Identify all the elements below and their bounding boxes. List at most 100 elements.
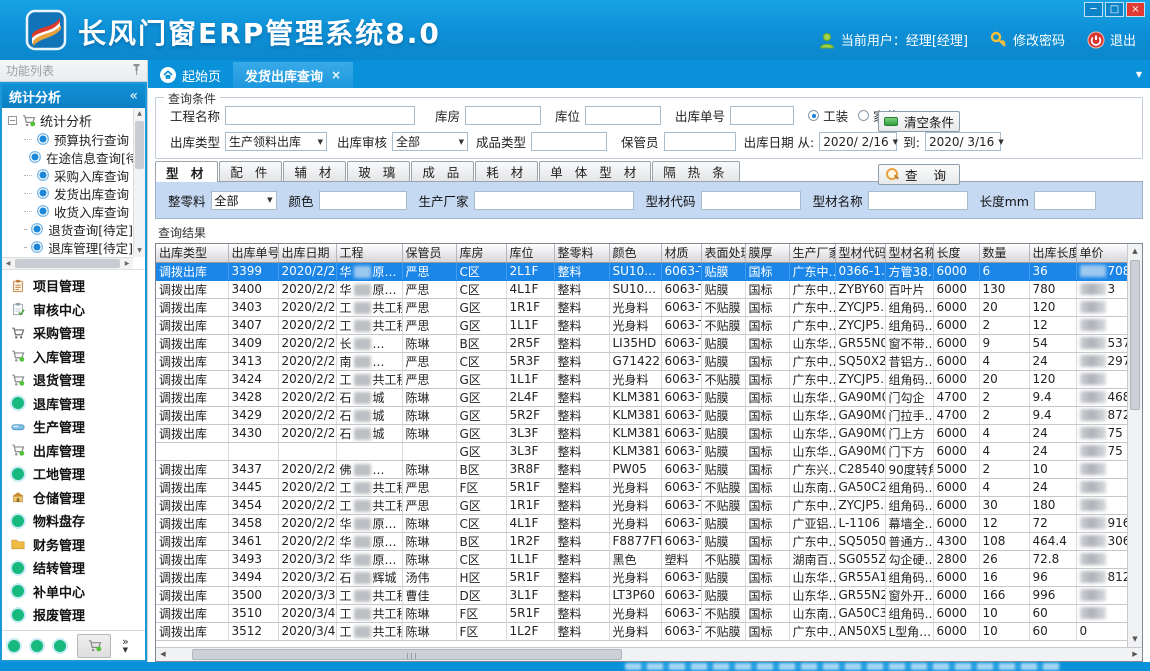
column-header[interactable]: 库房	[456, 244, 506, 262]
module-dot-icon[interactable]	[31, 640, 43, 652]
tree-item-2[interactable]: 在途信息查询[待	[2, 148, 133, 166]
table-row[interactable]: 调拨出库34282020/2/26石城陈琳G区2L4F整料KLM38176063…	[156, 388, 1142, 406]
scroll-right-icon[interactable]: ▶	[1128, 648, 1142, 661]
material-tab-2[interactable]: 配 件	[219, 161, 282, 181]
expander-icon[interactable]: −	[8, 116, 17, 125]
sidebar-item-7[interactable]: 生产管理	[10, 417, 145, 437]
table-row[interactable]: G区3L3F整料KLM38176063-T5贴膜国标山东华…GA90M09.门下…	[156, 442, 1142, 460]
table-row[interactable]: 调拨出库34542020/2/28工共工程严思G区1R1F整料光身料6063-T…	[156, 496, 1142, 514]
scroll-thumb[interactable]	[135, 121, 144, 169]
table-row[interactable]: 调拨出库35122020/3/4工共工程陈琳F区1L2F整料光身料6063-T5…	[156, 622, 1142, 640]
column-header[interactable]: 单价	[1076, 244, 1128, 262]
column-header[interactable]: 型材代码	[835, 244, 885, 262]
scroll-up-icon[interactable]: ▲	[134, 108, 145, 120]
tab-home[interactable]: 起始页	[148, 62, 233, 88]
grid-vertical-scrollbar[interactable]: ▲ ▼	[1127, 244, 1142, 647]
tree-item-7[interactable]: 退库管理[待定]	[2, 238, 133, 256]
scroll-down-icon[interactable]: ▼	[134, 245, 145, 257]
order-no-input[interactable]	[730, 106, 794, 125]
table-row[interactable]: 调拨出库34092020/2/25长…陈琳B区2R5F整料LI35HD6063-…	[156, 334, 1142, 352]
sidebar-item-3[interactable]: 采购管理	[10, 323, 145, 343]
location-input[interactable]	[585, 106, 661, 125]
tab-shipping-query[interactable]: 发货出库查询 ×	[233, 62, 353, 88]
grid-horizontal-scrollbar[interactable]: ◀ ▶	[156, 647, 1142, 661]
column-header[interactable]: 膜厚	[745, 244, 789, 262]
tree-horizontal-scrollbar[interactable]: ◀ ▶	[2, 257, 133, 269]
sidebar-item-14[interactable]: 补单中心	[10, 581, 145, 601]
table-row[interactable]: 调拨出库34942020/3/2石辉城汤伟H区5R1F整料光身料6063-T5贴…	[156, 568, 1142, 586]
sidebar-item-10[interactable]: 仓储管理	[10, 487, 145, 507]
search-button[interactable]: 查 询	[878, 164, 960, 185]
tree-root[interactable]: − 统计分析	[2, 110, 133, 130]
tree-item-1[interactable]: 预算执行查询	[2, 130, 133, 148]
date-from-picker[interactable]: 2020/ 2/16▼	[819, 132, 897, 151]
table-row[interactable]: 调拨出库34452020/2/27工共工程严思F区5R1F整料光身料6063-T…	[156, 478, 1142, 496]
module-dot-icon[interactable]	[8, 640, 20, 652]
column-header[interactable]: 出库长度	[1029, 244, 1076, 262]
project-name-input[interactable]	[225, 106, 415, 125]
tree-vertical-scrollbar[interactable]: ▲ ▼	[133, 108, 145, 257]
audit-select[interactable]: 全部▼	[392, 132, 468, 151]
sidebar-item-12[interactable]: 财务管理	[10, 534, 145, 554]
table-row[interactable]: 调拨出库34242020/2/26工共工程严思G区1L1F整料光身料6063-T…	[156, 370, 1142, 388]
tree-item-5[interactable]: 收货入库查询	[2, 202, 133, 220]
column-header[interactable]: 数量	[979, 244, 1029, 262]
scroll-thumb[interactable]	[192, 649, 622, 660]
length-input[interactable]	[1034, 191, 1096, 210]
tree-item-3[interactable]: 采购入库查询	[2, 166, 133, 184]
column-header[interactable]: 出库单号	[228, 244, 278, 262]
section-header[interactable]: 统计分析 «	[2, 84, 145, 108]
scroll-up-icon[interactable]: ▲	[1128, 244, 1142, 259]
tab-close-icon[interactable]: ×	[331, 68, 341, 82]
maximize-button[interactable]: □	[1105, 2, 1124, 17]
table-row[interactable]: 调拨出库34002020/2/25华原…严思C区4L1F整料SU10…6063-…	[156, 280, 1142, 298]
table-row[interactable]: 调拨出库34132020/2/26南…严思C区5R3F整料G714226063-…	[156, 352, 1142, 370]
module-dot-icon[interactable]	[54, 640, 66, 652]
warehouse-input[interactable]	[465, 106, 541, 125]
column-header[interactable]: 颜色	[609, 244, 661, 262]
keeper-input[interactable]	[664, 132, 736, 151]
whole-part-select[interactable]: 全部▼	[211, 191, 277, 210]
table-row[interactable]: 调拨出库35002020/3/3工共工程曹佳D区3L1F整料LT3P606063…	[156, 586, 1142, 604]
scroll-thumb[interactable]	[15, 259, 120, 268]
sidebar-item-8[interactable]: 出库管理	[10, 440, 145, 460]
clear-conditions-button[interactable]: 清空条件	[878, 111, 960, 132]
scroll-down-icon[interactable]: ▼	[1128, 632, 1142, 647]
column-header[interactable]: 长度	[933, 244, 979, 262]
column-header[interactable]: 材质	[661, 244, 701, 262]
pin-icon[interactable]	[132, 64, 141, 78]
radio-gongzhuang[interactable]: 工装	[808, 106, 848, 125]
column-header[interactable]: 保管员	[402, 244, 456, 262]
material-tab-1[interactable]: 型 材	[155, 161, 218, 182]
sidebar-item-6[interactable]: 退库管理	[10, 393, 145, 413]
tab-list-dropdown-icon[interactable]: ▼	[1136, 70, 1142, 79]
table-row[interactable]: 调拨出库34292020/2/26石城陈琳G区5R2F整料KLM38176063…	[156, 406, 1142, 424]
sidebar-item-11[interactable]: 物料盘存	[10, 511, 145, 531]
column-header[interactable]: 出库日期	[278, 244, 336, 262]
table-row[interactable]: 调拨出库34032020/2/25工共工程严思G区1R1F整料光身料6063-T…	[156, 298, 1142, 316]
sidebar-item-13[interactable]: 结转管理	[10, 558, 145, 578]
logout-button[interactable]: 退出	[1087, 30, 1136, 49]
scroll-left-icon[interactable]: ◀	[156, 648, 170, 661]
material-tab-3[interactable]: 辅 材	[283, 161, 346, 181]
column-header[interactable]: 工程	[336, 244, 402, 262]
column-header[interactable]: 库位	[506, 244, 554, 262]
column-header[interactable]: 出库类型	[156, 244, 228, 262]
collapse-icon[interactable]: «	[129, 88, 138, 104]
out-type-select[interactable]: 生产领料出库▼	[225, 132, 327, 151]
product-type-input[interactable]	[531, 132, 607, 151]
tree-item-4[interactable]: 发货出库查询	[2, 184, 133, 202]
sidebar-item-9[interactable]: 工地管理	[10, 464, 145, 484]
table-row[interactable]: 调拨出库34372020/2/27佛…陈琳B区3R8F整料PW056063-T5…	[156, 460, 1142, 478]
table-row[interactable]: 调拨出库35102020/3/4工共工程陈琳F区5R1F整料光身料6063-T5…	[156, 604, 1142, 622]
column-header[interactable]: 生产厂家	[789, 244, 835, 262]
column-header[interactable]: 型材名称	[885, 244, 933, 262]
column-header[interactable]: 整零料	[554, 244, 609, 262]
change-password-button[interactable]: 修改密码	[990, 30, 1065, 49]
overflow-chevron[interactable]: »▼	[122, 637, 129, 655]
scroll-left-icon[interactable]: ◀	[2, 258, 14, 270]
sidebar-item-4[interactable]: 入库管理	[10, 346, 145, 366]
profile-code-input[interactable]	[701, 191, 801, 210]
sidebar-item-2[interactable]: 审核中心	[10, 299, 145, 319]
scroll-right-icon[interactable]: ▶	[121, 258, 133, 270]
